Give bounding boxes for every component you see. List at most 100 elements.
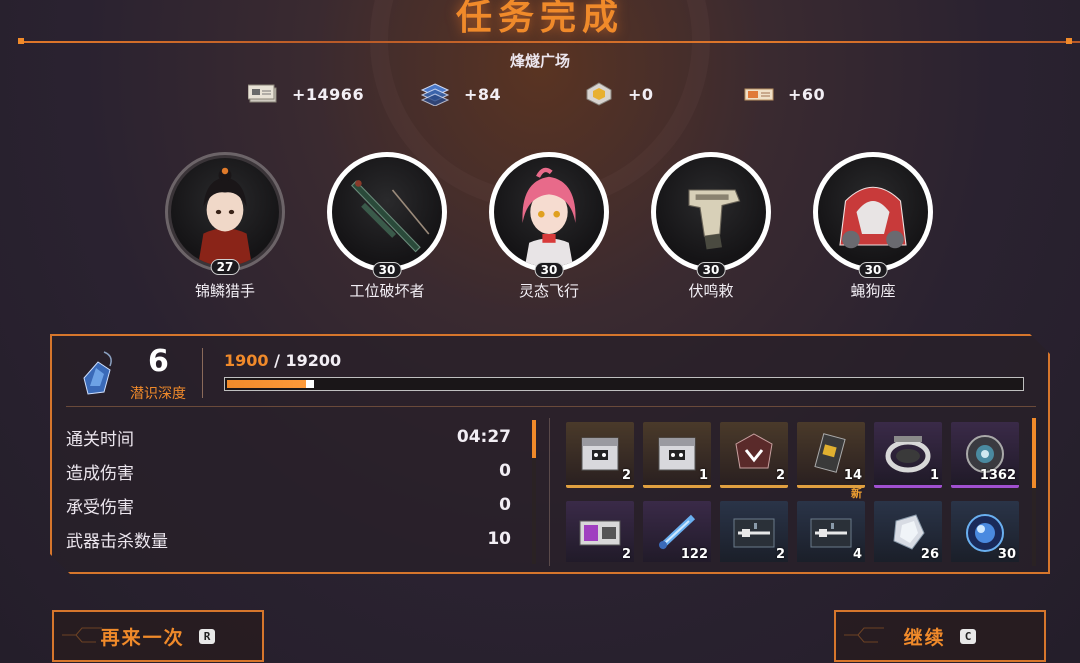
- item-count: 2: [621, 468, 631, 483]
- item-count: 1: [698, 468, 708, 483]
- currency-rewards: +14966 +84 +0 +60: [0, 82, 1080, 112]
- divider: [549, 418, 550, 566]
- character-portrait: 27: [165, 152, 285, 275]
- retry-button-label: 再来一次: [100, 626, 185, 649]
- retry-key-hint: R: [198, 628, 216, 644]
- ring-module-icon: [885, 436, 931, 473]
- currency-value: +60: [788, 84, 826, 104]
- character-card[interactable]: 30 灵态飞行: [484, 152, 614, 301]
- character-portrait: 30: [813, 152, 933, 278]
- retry-button[interactable]: 再来一次 R: [52, 610, 264, 662]
- character-level: 27: [210, 259, 240, 275]
- sword-weapon-icon: [351, 180, 430, 253]
- reward-item[interactable]: 122: [643, 501, 711, 562]
- location-name: 烽燧广场: [509, 52, 570, 70]
- stat-value: 0: [499, 495, 511, 515]
- reward-item[interactable]: 1: [874, 422, 942, 488]
- pink-hair-girl-portrait-icon: [522, 167, 576, 267]
- item-count: 1362: [979, 468, 1016, 483]
- reward-item[interactable]: 30: [951, 501, 1019, 562]
- reward-item[interactable]: 1: [643, 422, 711, 488]
- stat-value: 04:27: [456, 427, 511, 447]
- character-name: 工位破坏者: [349, 282, 425, 300]
- character-portrait: 30: [489, 152, 609, 278]
- data-chip-stack-icon: [420, 83, 450, 106]
- item-count: 14: [843, 468, 862, 483]
- currency-value: +84: [464, 84, 502, 104]
- item-count: 2: [775, 547, 785, 562]
- stat-value: 10: [487, 529, 511, 549]
- currency-item: +0: [584, 82, 654, 106]
- character-card[interactable]: 30 工位破坏者: [322, 152, 452, 301]
- character-level: 30: [372, 262, 402, 278]
- pistol-weapon-icon: [688, 189, 741, 250]
- xp-progress-text: 1900 / 19200: [224, 351, 341, 370]
- banknote-icon: [248, 84, 277, 103]
- stat-row: 武器击杀数量 10: [66, 522, 511, 556]
- dive-level-label: 潜识深度: [130, 386, 186, 402]
- character-name: 灵态飞行: [518, 282, 579, 300]
- item-count: 4: [852, 547, 862, 562]
- xp-separator: /: [268, 351, 286, 370]
- character-name: 锦鳞猎手: [194, 282, 255, 300]
- currency-item: +60: [744, 82, 825, 106]
- xp-progress-bar: [224, 377, 1024, 391]
- character-name: 伏鸣敕: [688, 282, 734, 300]
- character-level: 30: [858, 262, 888, 278]
- reward-item[interactable]: 1362: [951, 422, 1019, 488]
- continue-button[interactable]: 继续 C: [834, 610, 1046, 662]
- gold-crystal-icon: [586, 82, 612, 106]
- item-count: 30: [997, 547, 1016, 562]
- weapon-schematic-icon: [810, 518, 852, 548]
- reward-item[interactable]: 2: [720, 501, 788, 562]
- stat-row: 造成伤害 0: [66, 454, 511, 488]
- dive-level-value: 6: [148, 344, 169, 379]
- reward-item[interactable]: 26: [874, 501, 942, 562]
- character-portrait: 30: [651, 152, 771, 278]
- currency-value: +14966: [292, 84, 365, 104]
- character-portrait: 30: [327, 152, 447, 278]
- battery-module-icon: [579, 520, 621, 546]
- supply-crate-icon: [581, 437, 619, 471]
- stat-label: 武器击杀数量: [66, 531, 168, 552]
- reward-item[interactable]: 2: [566, 422, 634, 488]
- items-scrollbar[interactable]: [1032, 418, 1036, 566]
- xp-progress-fill: [227, 380, 314, 388]
- reward-item[interactable]: 14: [797, 422, 865, 488]
- page-title: 任务完成: [455, 0, 624, 38]
- stats-scrollbar[interactable]: [532, 420, 536, 564]
- dive-pendant-icon: [83, 351, 112, 395]
- supply-crate-icon: [658, 437, 696, 471]
- character-level: 30: [534, 262, 564, 278]
- item-count: 26: [920, 547, 939, 562]
- stat-label: 造成伤害: [66, 463, 134, 484]
- hunter-portrait-icon: [198, 167, 252, 266]
- reward-item[interactable]: 2: [566, 501, 634, 562]
- character-card[interactable]: 30 伏鸣敕: [646, 152, 776, 301]
- stat-value: 0: [499, 461, 511, 481]
- reward-items-grid: 2 1 2 14 1 1362 2 122 2 4 新 26 30: [566, 422, 1026, 562]
- divider: [66, 406, 1036, 407]
- emblem-badge-icon: [735, 433, 773, 469]
- mech-armor-icon: [839, 186, 907, 249]
- item-count: 122: [680, 547, 708, 562]
- title-divider: [18, 38, 1080, 44]
- continue-key-hint: C: [959, 628, 977, 644]
- item-count: 2: [621, 547, 631, 562]
- character-card[interactable]: 27 锦鳞猎手: [160, 152, 290, 301]
- weapon-schematic-icon: [733, 518, 775, 548]
- circuit-decoration-icon: [62, 627, 102, 643]
- continue-button-label: 继续: [903, 626, 946, 649]
- reward-item[interactable]: 2: [720, 422, 788, 488]
- character-level: 30: [696, 262, 726, 278]
- stat-label: 通关时间: [66, 429, 134, 450]
- character-card[interactable]: 30 蝇狗座: [808, 152, 938, 301]
- new-badge: 新: [851, 487, 862, 500]
- reward-item[interactable]: 4: [797, 501, 865, 562]
- stat-row: 承受伤害 0: [66, 488, 511, 522]
- stat-row: 通关时间 04:27: [66, 420, 511, 454]
- divider: [202, 348, 203, 398]
- xp-current: 1900: [224, 351, 269, 370]
- item-count: 2: [775, 468, 785, 483]
- circuit-decoration-icon: [844, 627, 884, 643]
